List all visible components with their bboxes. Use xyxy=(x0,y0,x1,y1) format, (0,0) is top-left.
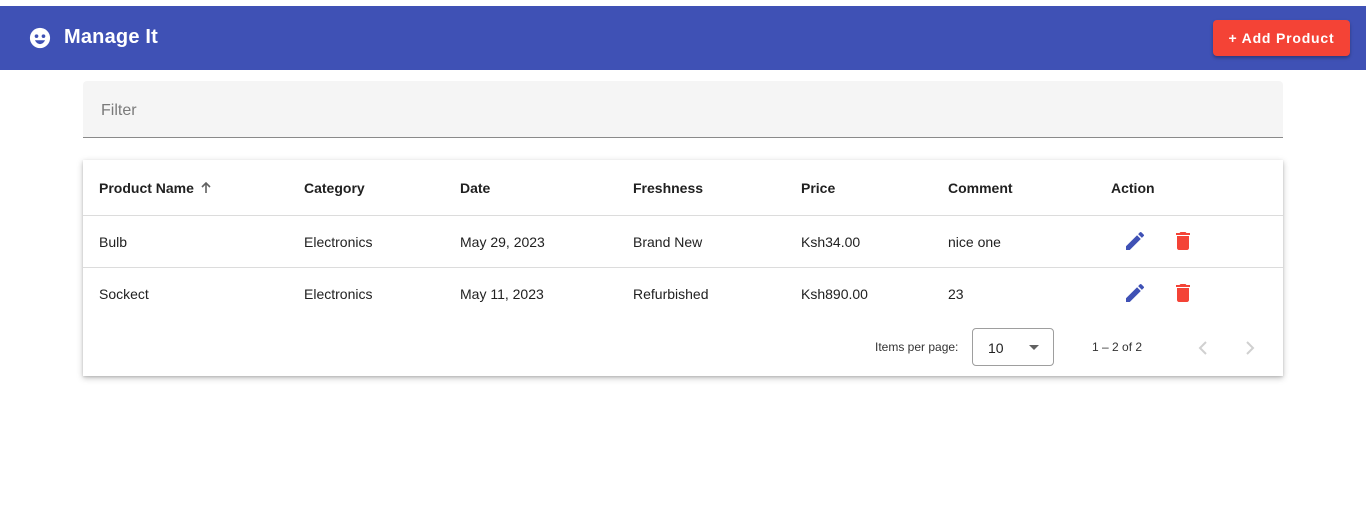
face-icon xyxy=(29,27,51,49)
range-label: 1 – 2 of 2 xyxy=(1092,340,1143,354)
app-toolbar: Manage It + Add Product xyxy=(0,6,1366,70)
column-header-freshness: Freshness xyxy=(633,179,704,196)
cell-product-name: Sockect xyxy=(99,285,149,302)
column-header-label: Product Name xyxy=(99,179,194,196)
cell-price: Ksh34.00 xyxy=(801,233,861,250)
filter-input[interactable] xyxy=(99,99,1263,123)
table-header-row: Product Name Category Date Freshness Pri… xyxy=(83,160,1283,216)
cell-freshness: Refurbished xyxy=(633,285,709,302)
app-title: Manage It xyxy=(64,26,159,48)
items-per-page-select[interactable]: 10 xyxy=(972,328,1054,366)
chevron-left-icon[interactable] xyxy=(1191,336,1215,360)
cell-price: Ksh890.00 xyxy=(801,285,868,302)
column-header-action: Action xyxy=(1111,179,1155,196)
chevron-right-icon[interactable] xyxy=(1238,336,1262,360)
trash-icon[interactable] xyxy=(1171,281,1195,305)
cell-category: Electronics xyxy=(304,285,373,302)
products-table-card: Product Name Category Date Freshness Pri… xyxy=(83,160,1283,376)
pencil-icon[interactable] xyxy=(1123,281,1147,305)
cell-comment: nice one xyxy=(948,233,1001,250)
column-header-category: Category xyxy=(304,179,365,196)
cell-product-name: Bulb xyxy=(99,233,128,250)
cell-date: May 29, 2023 xyxy=(460,233,545,250)
trash-icon[interactable] xyxy=(1171,229,1195,253)
items-per-page-label: Items per page: xyxy=(875,340,959,354)
column-header-product-name[interactable]: Product Name xyxy=(99,160,212,215)
cell-category: Electronics xyxy=(304,233,373,250)
table-row: Sockect Electronics May 11, 2023 Refurbi… xyxy=(83,268,1283,319)
pencil-icon[interactable] xyxy=(1123,229,1147,253)
column-header-date: Date xyxy=(460,179,491,196)
cell-date: May 11, 2023 xyxy=(460,285,544,302)
caret-down-icon xyxy=(1029,345,1039,350)
cell-comment: 23 xyxy=(948,285,964,302)
column-header-comment: Comment xyxy=(948,179,1013,196)
column-header-price: Price xyxy=(801,179,836,196)
items-per-page-value: 10 xyxy=(988,340,1004,356)
cell-freshness: Brand New xyxy=(633,233,703,250)
filter-field[interactable] xyxy=(83,81,1283,138)
add-product-button[interactable]: + Add Product xyxy=(1213,20,1350,56)
arrow-up-icon xyxy=(201,181,211,193)
table-row: Bulb Electronics May 29, 2023 Brand New … xyxy=(83,216,1283,268)
paginator: Items per page: 10 1 – 2 of 2 xyxy=(83,320,1283,376)
